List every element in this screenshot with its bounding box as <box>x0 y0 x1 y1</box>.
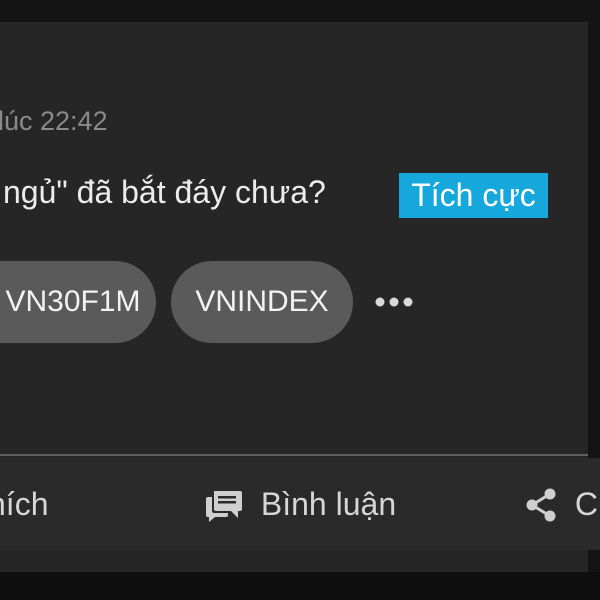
post-text: ngủ" đã bắt đáy chưa? <box>3 174 326 210</box>
share-icon <box>526 488 556 522</box>
share-button[interactable]: Ch <box>524 458 600 550</box>
like-button[interactable]: hích <box>0 458 48 550</box>
ticker-chip-vnindex[interactable]: VNINDEX <box>171 261 353 343</box>
post-timestamp: lúc 22:42 <box>0 106 108 136</box>
bottom-edge <box>0 572 600 600</box>
share-label: Ch <box>574 486 600 522</box>
comment-label: Bình luận <box>260 486 397 522</box>
comment-icon <box>206 490 242 522</box>
divider <box>0 454 588 456</box>
like-label: hích <box>0 486 49 522</box>
ticker-chip-vn30f1m[interactable]: VN30F1M <box>0 261 156 343</box>
post-action-bar: hích Bình luận Ch <box>0 458 600 550</box>
more-horizontal-icon[interactable] <box>374 290 414 314</box>
comment-button[interactable]: Bình luận <box>206 458 396 550</box>
sentiment-badge: Tích cực <box>399 173 548 218</box>
